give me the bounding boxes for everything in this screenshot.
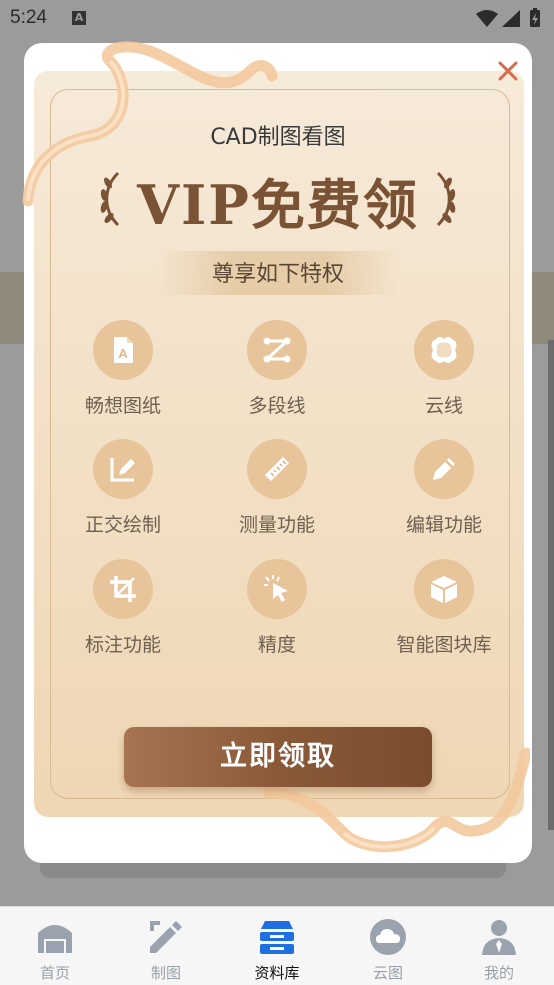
feature-label: 标注功能 xyxy=(84,634,161,656)
tab-home[interactable]: 首页 xyxy=(0,913,110,983)
feature-label: 多段线 xyxy=(248,395,306,417)
signal-battery-icons xyxy=(476,8,540,27)
cloud-icon xyxy=(370,919,406,955)
feature-drawing: A 畅想图纸 xyxy=(53,320,193,430)
block-cube-icon xyxy=(414,559,474,619)
tab-cloud[interactable]: 云图 xyxy=(333,913,443,983)
tab-label: 首页 xyxy=(39,964,70,982)
claim-now-button[interactable]: 立即领取 xyxy=(124,727,432,787)
polyline-icon xyxy=(247,320,307,380)
tab-label: 我的 xyxy=(483,964,514,982)
feature-label: 精度 xyxy=(257,634,296,656)
cloud-line-icon xyxy=(414,320,474,380)
background-scrollbar xyxy=(548,340,554,830)
laurel-right-icon xyxy=(436,171,456,227)
feature-annotate: 标注功能 xyxy=(53,559,193,669)
edit-pencil-icon xyxy=(414,439,474,499)
library-stack-icon xyxy=(260,921,294,954)
tab-label: 云图 xyxy=(372,964,403,982)
vip-modal: CAD制图看图 VIP免费领 尊享如下特权 A 畅想图纸 多段线 云线 正交绘制… xyxy=(22,41,532,863)
feature-label: 云线 xyxy=(424,395,463,417)
status-time: 5:24 xyxy=(10,7,47,28)
feature-label: 畅想图纸 xyxy=(84,395,161,417)
ortho-draw-icon xyxy=(93,439,153,499)
precision-cursor-icon xyxy=(247,559,307,619)
drawing-file-icon: A xyxy=(93,320,153,380)
tab-label: 资料库 xyxy=(254,964,300,982)
notification-icon: A xyxy=(72,11,86,25)
app-name: CAD制图看图 xyxy=(210,125,346,150)
status-bar: 5:24 A xyxy=(0,0,554,36)
subtitle: 尊享如下特权 xyxy=(211,262,344,287)
user-icon xyxy=(482,920,516,955)
close-icon[interactable] xyxy=(494,57,522,85)
svg-text:A: A xyxy=(118,346,128,361)
feature-cloud-line: 云线 xyxy=(374,320,514,430)
home-icon xyxy=(38,925,72,953)
feature-precision: 精度 xyxy=(207,559,347,669)
feature-edit: 编辑功能 xyxy=(374,439,514,549)
feature-polyline: 多段线 xyxy=(207,320,347,430)
bottom-tab-bar: 首页 制图 资料库 云图 我的 xyxy=(0,906,554,985)
tab-library[interactable]: 资料库 xyxy=(222,913,332,983)
ruler-icon xyxy=(247,439,307,499)
feature-label: 编辑功能 xyxy=(405,514,482,536)
feature-measure: 测量功能 xyxy=(207,439,347,549)
tab-label: 制图 xyxy=(150,964,181,982)
feature-ortho-draw: 正交绘制 xyxy=(53,439,193,549)
crop-annotate-icon xyxy=(93,559,153,619)
feature-label: 正交绘制 xyxy=(84,514,161,536)
draw-pencil-icon xyxy=(150,921,182,953)
tab-mine[interactable]: 我的 xyxy=(444,913,554,983)
feature-label: 测量功能 xyxy=(238,514,315,536)
feature-label: 智能图块库 xyxy=(396,634,492,656)
tab-draw[interactable]: 制图 xyxy=(111,913,221,983)
feature-block-library: 智能图块库 xyxy=(374,559,514,669)
